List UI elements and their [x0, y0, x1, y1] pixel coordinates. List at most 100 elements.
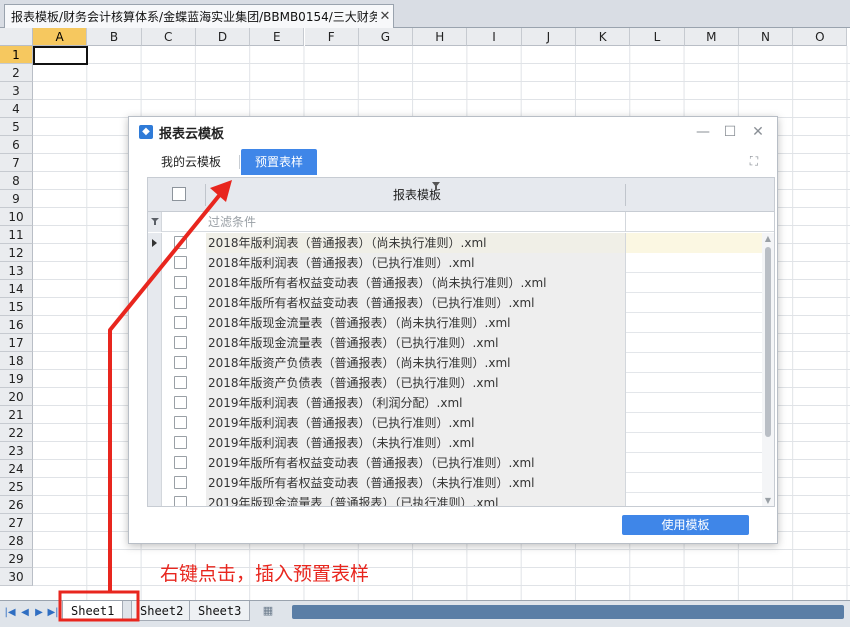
row-header-8[interactable]: 8	[0, 172, 33, 190]
row-checkbox[interactable]	[174, 456, 187, 469]
document-tab[interactable]: 报表模板/财务会计核算体系/金蝶蓝海实业集团/BBMB0154/三大财务报表 ✕	[4, 4, 394, 28]
table-row[interactable]: 2019年版利润表（普通报表）（利润分配）.xml	[148, 393, 762, 413]
table-row[interactable]: 2018年版所有者权益变动表（普通报表）（已执行准则）.xml	[148, 293, 762, 313]
row-checkbox[interactable]	[174, 316, 187, 329]
table-row[interactable]: 2018年版利润表（普通报表）（已执行准则）.xml	[148, 253, 762, 273]
horizontal-scrollbar[interactable]	[292, 605, 844, 619]
column-header-c[interactable]: C	[141, 28, 196, 46]
minimize-icon[interactable]: —	[694, 123, 712, 141]
row-checkbox[interactable]	[174, 476, 187, 489]
table-row[interactable]: 2019年版所有者权益变动表（普通报表）（已执行准则）.xml	[148, 453, 762, 473]
tab-my-cloud-templates[interactable]: 我的云模板	[147, 149, 235, 175]
table-row[interactable]: 2019年版现金流量表（普通报表）（已执行准则）.xml	[148, 493, 762, 506]
column-header-o[interactable]: O	[793, 28, 848, 46]
expand-icon[interactable]: ⛶	[747, 154, 761, 168]
row-checkbox[interactable]	[174, 336, 187, 349]
row-header-2[interactable]: 2	[0, 64, 33, 82]
row-header-11[interactable]: 11	[0, 226, 33, 244]
row-header-20[interactable]: 20	[0, 388, 33, 406]
column-header-j[interactable]: J	[521, 28, 576, 46]
row-header-17[interactable]: 17	[0, 334, 33, 352]
row-header-12[interactable]: 12	[0, 244, 33, 262]
row-header-15[interactable]: 15	[0, 298, 33, 316]
select-all-checkbox[interactable]	[172, 187, 186, 201]
column-header-m[interactable]: M	[684, 28, 739, 46]
row-header-23[interactable]: 23	[0, 442, 33, 460]
row-header-26[interactable]: 26	[0, 496, 33, 514]
column-header-a[interactable]: A	[33, 28, 88, 46]
row-header-5[interactable]: 5	[0, 118, 33, 136]
row-header-24[interactable]: 24	[0, 460, 33, 478]
column-header-l[interactable]: L	[630, 28, 685, 46]
row-header-21[interactable]: 21	[0, 406, 33, 424]
column-header-i[interactable]: I	[467, 28, 522, 46]
row-header-7[interactable]: 7	[0, 154, 33, 172]
column-header-f[interactable]: F	[304, 28, 359, 46]
row-header-19[interactable]: 19	[0, 370, 33, 388]
column-header-n[interactable]: N	[738, 28, 794, 46]
row-header-16[interactable]: 16	[0, 316, 33, 334]
row-header-30[interactable]: 30	[0, 568, 33, 586]
close-dialog-icon[interactable]: ✕	[749, 123, 767, 141]
row-checkbox[interactable]	[174, 256, 187, 269]
scroll-up-icon[interactable]: ▲	[764, 235, 772, 243]
table-row[interactable]: 2018年版利润表（普通报表）（尚未执行准则）.xml	[148, 233, 762, 253]
first-sheet-icon[interactable]: |◀	[4, 606, 16, 620]
column-header-e[interactable]: E	[250, 28, 305, 46]
active-cell-a1[interactable]	[33, 46, 88, 65]
dialog-title-bar[interactable]: ◆ 报表云模板	[129, 117, 777, 147]
last-sheet-icon[interactable]: ▶|	[47, 606, 59, 620]
row-header-10[interactable]: 10	[0, 208, 33, 226]
table-row[interactable]: 2018年版资产负债表（普通报表）（尚未执行准则）.xml	[148, 353, 762, 373]
sheet-tab-sheet3[interactable]: Sheet3	[189, 601, 251, 621]
row-checkbox[interactable]	[174, 416, 187, 429]
row-checkbox[interactable]	[174, 356, 187, 369]
template-column-header[interactable]: 报表模板	[208, 178, 626, 212]
vertical-scrollbar[interactable]: ▲ ▼	[762, 233, 774, 506]
row-header-28[interactable]: 28	[0, 532, 33, 550]
tab-preset-templates[interactable]: 预置表样	[241, 149, 318, 175]
row-checkbox[interactable]	[174, 376, 187, 389]
column-filter-icon[interactable]	[432, 182, 440, 190]
row-checkbox[interactable]	[174, 396, 187, 409]
maximize-icon[interactable]: ☐	[721, 123, 739, 141]
scroll-thumb[interactable]	[765, 247, 771, 437]
row-header-29[interactable]: 29	[0, 550, 33, 568]
scroll-down-icon[interactable]: ▼	[764, 497, 772, 505]
row-header-22[interactable]: 22	[0, 424, 33, 442]
sheet-tab-sheet2[interactable]: Sheet2	[131, 601, 193, 621]
filter-input[interactable]: 过滤条件	[208, 212, 256, 232]
filter-row[interactable]: 过滤条件	[148, 212, 774, 232]
row-checkbox[interactable]	[174, 436, 187, 449]
row-header-18[interactable]: 18	[0, 352, 33, 370]
table-row[interactable]: 2019年版利润表（普通报表）（已执行准则）.xml	[148, 413, 762, 433]
row-checkbox[interactable]	[174, 276, 187, 289]
column-header-g[interactable]: G	[358, 28, 414, 46]
row-header-13[interactable]: 13	[0, 262, 33, 280]
sheet-tab-sheet1[interactable]: Sheet1	[62, 601, 124, 621]
row-header-27[interactable]: 27	[0, 514, 33, 532]
row-header-6[interactable]: 6	[0, 136, 33, 154]
row-header-9[interactable]: 9	[0, 190, 33, 208]
next-sheet-icon[interactable]: ▶	[33, 606, 45, 620]
select-all-corner[interactable]	[0, 28, 33, 46]
row-header-4[interactable]: 4	[0, 100, 33, 118]
table-row[interactable]: 2018年版现金流量表（普通报表）（已执行准则）.xml	[148, 333, 762, 353]
table-row[interactable]: 2018年版所有者权益变动表（普通报表）（尚未执行准则）.xml	[148, 273, 762, 293]
row-checkbox[interactable]	[174, 496, 187, 506]
add-sheet-icon[interactable]: ▦	[257, 604, 279, 618]
table-row[interactable]: 2019年版利润表（普通报表）（未执行准则）.xml	[148, 433, 762, 453]
row-header-25[interactable]: 25	[0, 478, 33, 496]
row-header-14[interactable]: 14	[0, 280, 33, 298]
column-header-b[interactable]: B	[87, 28, 142, 46]
row-checkbox[interactable]	[174, 236, 187, 249]
column-header-d[interactable]: D	[195, 28, 251, 46]
use-template-button[interactable]: 使用模板	[622, 515, 749, 535]
table-row[interactable]: 2019年版所有者权益变动表（普通报表）（未执行准则）.xml	[148, 473, 762, 493]
row-checkbox[interactable]	[174, 296, 187, 309]
prev-sheet-icon[interactable]: ◀	[19, 606, 31, 620]
table-row[interactable]: 2018年版现金流量表（普通报表）（尚未执行准则）.xml	[148, 313, 762, 333]
close-icon[interactable]: ✕	[377, 9, 393, 24]
row-header-3[interactable]: 3	[0, 82, 33, 100]
column-header-k[interactable]: K	[576, 28, 631, 46]
